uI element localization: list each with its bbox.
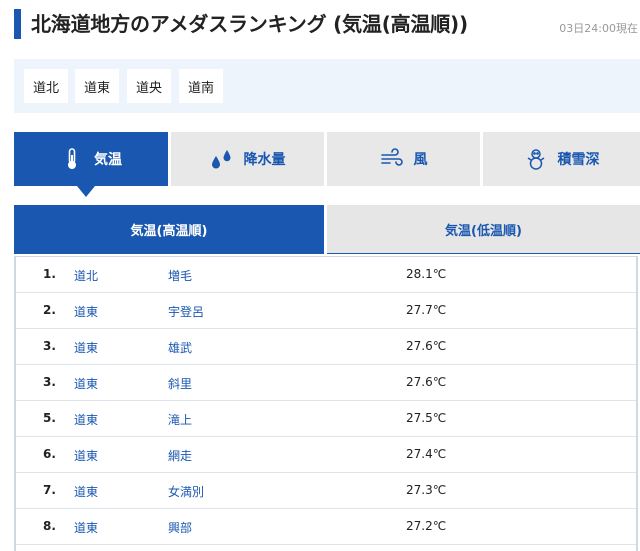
station-link[interactable]: 興部	[168, 519, 192, 536]
page-header: 北海道地方のアメダスランキング (気温(高温順)) 03日24:00現在	[14, 6, 640, 40]
region-button-doo[interactable]: 道央	[127, 69, 171, 103]
temperature-value: 27.6℃	[406, 375, 447, 389]
table-row: 1. 道北 増毛 28.1℃	[16, 257, 636, 293]
tab-snow-depth[interactable]: 積雪深	[483, 132, 640, 186]
temperature-value: 27.7℃	[406, 303, 447, 317]
region-link[interactable]: 道北	[74, 267, 98, 284]
active-tab-pointer	[77, 186, 95, 197]
rank-number: 3.	[43, 375, 56, 389]
table-row: 3. 道東 斜里 27.6℃	[16, 365, 636, 401]
region-link[interactable]: 道東	[74, 519, 98, 536]
temperature-value: 27.5℃	[406, 411, 447, 425]
station-link[interactable]: 滝上	[168, 411, 192, 428]
rank-number: 2.	[43, 303, 56, 317]
region-filter-bar: 道北 道東 道央 道南	[14, 59, 640, 113]
wind-icon	[380, 147, 404, 171]
station-link[interactable]: 宇登呂	[168, 303, 204, 320]
region-button-doto[interactable]: 道東	[75, 69, 119, 103]
station-link[interactable]: 斜里	[168, 375, 192, 392]
table-row: 2. 道東 宇登呂 27.7℃	[16, 293, 636, 329]
update-timestamp: 03日24:00現在	[559, 22, 638, 35]
page-title: 北海道地方のアメダスランキング (気温(高温順))	[31, 12, 468, 36]
tab-temperature-label: 気温	[94, 152, 122, 168]
temperature-value: 27.4℃	[406, 447, 447, 461]
temperature-value: 27.2℃	[406, 519, 447, 533]
tab-temperature[interactable]: 気温	[14, 132, 168, 186]
rank-number: 6.	[43, 447, 56, 461]
table-row: 3. 道東 雄武 27.6℃	[16, 329, 636, 365]
table-row: 8. 道東 興部 27.2℃	[16, 509, 636, 545]
tab-sort-high[interactable]: 気温(高温順)	[14, 205, 324, 254]
temperature-value: 27.6℃	[406, 339, 447, 353]
station-link[interactable]: 網走	[168, 447, 192, 464]
station-link[interactable]: 雄武	[168, 339, 192, 356]
table-row: 5. 道東 滝上 27.5℃	[16, 401, 636, 437]
tab-snow-depth-label: 積雪深	[557, 152, 600, 168]
tab-precipitation[interactable]: 降水量	[171, 132, 324, 186]
title-accent-bar	[14, 9, 21, 39]
region-button-dohoku[interactable]: 道北	[24, 69, 68, 103]
temperature-value: 28.1℃	[406, 267, 447, 281]
tab-precipitation-label: 降水量	[243, 152, 286, 168]
tab-wind[interactable]: 風	[327, 132, 480, 186]
region-link[interactable]: 道東	[74, 447, 98, 464]
region-link[interactable]: 道東	[74, 411, 98, 428]
table-row: 6. 道東 網走 27.4℃	[16, 437, 636, 473]
table-row: 7. 道東 女満別 27.3℃	[16, 473, 636, 509]
region-link[interactable]: 道東	[74, 303, 98, 320]
thermometer-icon	[60, 147, 84, 171]
station-link[interactable]: 女満別	[168, 483, 204, 500]
rank-number: 3.	[43, 339, 56, 353]
raindrops-icon	[210, 147, 234, 171]
rank-number: 1.	[43, 267, 56, 281]
temperature-value: 27.3℃	[406, 483, 447, 497]
sort-tabs: 気温(高温順) 気温(低温順)	[14, 205, 640, 254]
region-link[interactable]: 道東	[74, 375, 98, 392]
tab-wind-label: 風	[413, 152, 428, 168]
category-tabs: 気温 降水量 風 積雪深	[14, 132, 640, 186]
region-button-donan[interactable]: 道南	[179, 69, 223, 103]
tab-sort-low[interactable]: 気温(低温順)	[327, 205, 640, 254]
region-link[interactable]: 道東	[74, 483, 98, 500]
station-link[interactable]: 増毛	[168, 267, 192, 284]
ranking-table: 1. 道北 増毛 28.1℃ 2. 道東 宇登呂 27.7℃ 3. 道東 雄武 …	[14, 256, 638, 551]
rank-number: 8.	[43, 519, 56, 533]
rank-number: 7.	[43, 483, 56, 497]
region-link[interactable]: 道東	[74, 339, 98, 356]
rank-number: 5.	[43, 411, 56, 425]
snowman-icon	[524, 147, 548, 171]
